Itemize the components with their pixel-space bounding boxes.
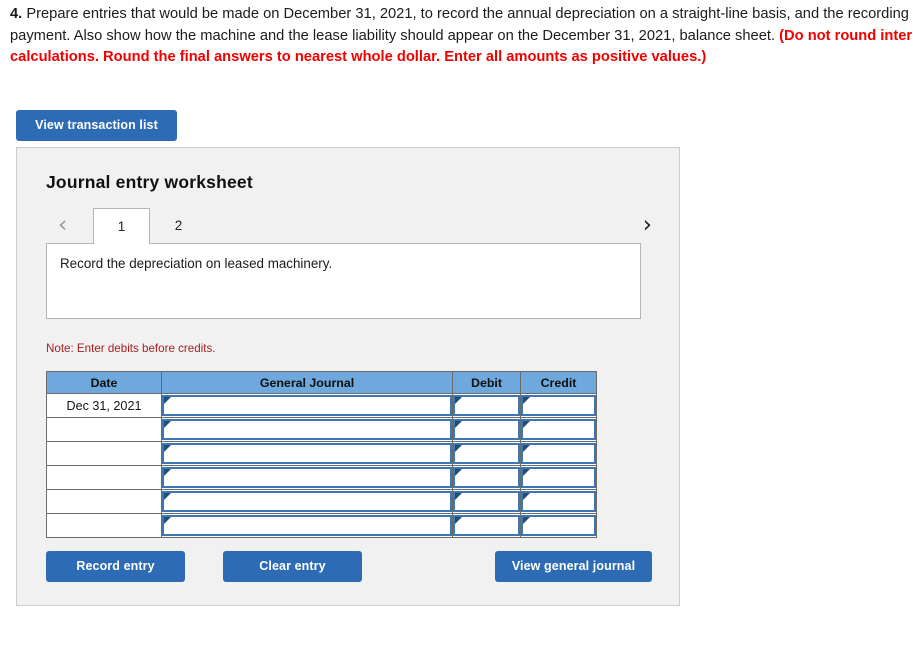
general-journal-input[interactable] [162,467,452,488]
general-journal-cell[interactable] [161,417,453,442]
panel-title: Journal entry worksheet [46,172,253,192]
date-cell[interactable] [46,465,162,490]
general-journal-input[interactable] [162,419,452,440]
debit-cell[interactable] [452,417,521,442]
general-journal-cell[interactable] [161,465,453,490]
general-journal-cell[interactable] [161,489,453,514]
table-row [46,417,597,442]
general-journal-input[interactable] [162,395,452,416]
debit-input[interactable] [453,395,520,416]
debit-input[interactable] [453,443,520,464]
credit-cell[interactable] [520,417,597,442]
debit-cell[interactable] [452,489,521,514]
credit-input[interactable] [521,419,596,440]
table-row [46,465,597,490]
debit-cell[interactable] [452,441,521,466]
debit-cell[interactable] [452,465,521,490]
general-journal-cell[interactable] [161,393,453,418]
table-row: Dec 31, 2021 [46,393,597,418]
journal-entry-table: Date General Journal Debit Credit Dec 31… [46,371,597,538]
debits-before-credits-note: Note: Enter debits before credits. [46,342,216,355]
credit-input[interactable] [521,491,596,512]
debit-input[interactable] [453,515,520,536]
credit-cell[interactable] [520,513,597,538]
credit-input[interactable] [521,467,596,488]
general-journal-input[interactable] [162,491,452,512]
credit-input[interactable] [521,515,596,536]
page-root: 4. Prepare entries that would be made on… [0,0,913,661]
debit-input[interactable] [453,419,520,440]
credit-cell[interactable] [520,393,597,418]
tab-1[interactable]: 1 [93,208,150,244]
chevron-right-icon[interactable]: › [643,210,652,240]
column-header-general-journal: General Journal [161,371,453,394]
credit-cell[interactable] [520,489,597,514]
debit-cell[interactable] [452,513,521,538]
table-row [46,513,597,538]
general-journal-input[interactable] [162,443,452,464]
worksheet-tabs: ‹ 1 2 › [46,208,654,244]
date-cell[interactable] [46,417,162,442]
record-entry-button[interactable]: Record entry [46,551,185,582]
debit-cell[interactable] [452,393,521,418]
general-journal-cell[interactable] [161,441,453,466]
debit-input[interactable] [453,467,520,488]
column-header-credit: Credit [520,371,597,394]
question-prompt: 4. Prepare entries that would be made on… [10,4,913,69]
table-row [46,441,597,466]
column-header-date: Date [46,371,162,394]
question-body: Prepare entries that would be made on De… [10,6,913,44]
date-cell[interactable] [46,489,162,514]
general-journal-cell[interactable] [161,513,453,538]
credit-input[interactable] [521,443,596,464]
tab-2[interactable]: 2 [150,208,207,243]
column-header-debit: Debit [452,371,521,394]
clear-entry-button[interactable]: Clear entry [223,551,362,582]
credit-cell[interactable] [520,441,597,466]
credit-input[interactable] [521,395,596,416]
table-header-row: Date General Journal Debit Credit [46,371,597,394]
instruction-text: Record the depreciation on leased machin… [60,256,333,271]
instruction-box: Record the depreciation on leased machin… [46,243,641,319]
date-cell[interactable] [46,513,162,538]
table-row [46,489,597,514]
chevron-left-icon[interactable]: ‹ [58,210,67,240]
question-number: 4. [10,6,23,22]
date-cell[interactable]: Dec 31, 2021 [46,393,162,418]
general-journal-input[interactable] [162,515,452,536]
date-cell[interactable] [46,441,162,466]
journal-entry-worksheet-panel: Journal entry worksheet ‹ 1 2 › Record t… [16,147,680,606]
credit-cell[interactable] [520,465,597,490]
debit-input[interactable] [453,491,520,512]
view-transaction-list-button[interactable]: View transaction list [16,110,177,141]
view-general-journal-button[interactable]: View general journal [495,551,652,582]
